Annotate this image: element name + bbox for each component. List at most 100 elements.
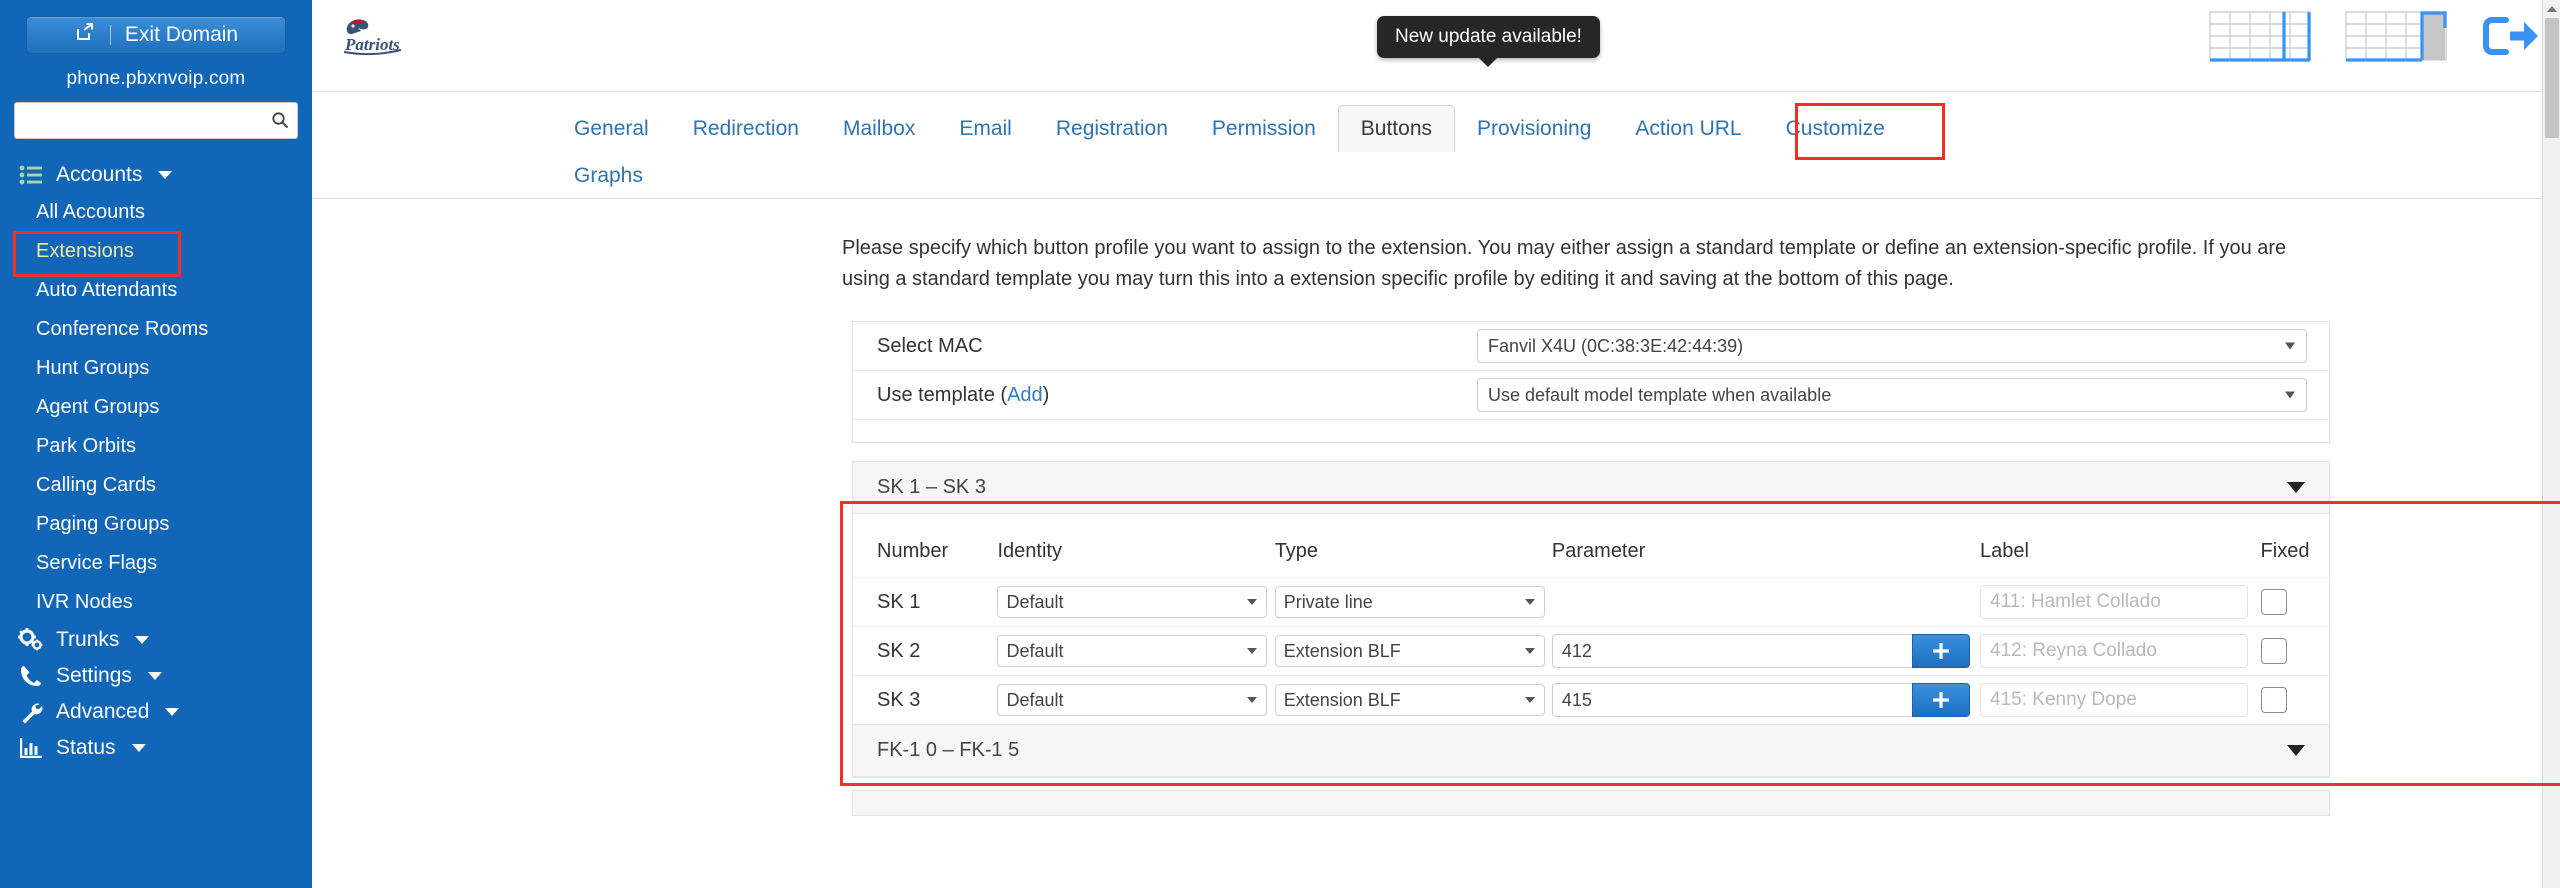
select-mac-value: Fanvil X4U (0C:38:3E:42:44:39) xyxy=(1488,335,1744,356)
exit-domain-button[interactable]: Exit Domain xyxy=(26,16,286,54)
sidebar-item-conference-rooms[interactable]: Conference Rooms xyxy=(0,310,312,349)
scroll-up-button[interactable] xyxy=(2543,0,2560,18)
parameter-input[interactable] xyxy=(1551,634,1912,669)
row-select-mac: Select MAC Fanvil X4U (0C:38:3E:42:44:39… xyxy=(853,322,2329,372)
sidebar-group-advanced[interactable]: Advanced xyxy=(0,694,312,730)
search-input[interactable] xyxy=(14,102,298,139)
identity-value: Default xyxy=(1006,591,1064,612)
sidebar-group-label-trunks: Trunks xyxy=(56,628,120,651)
row-label-cell xyxy=(1980,626,2261,676)
tab-customize[interactable]: Customize xyxy=(1764,106,1907,151)
type-dropdown[interactable]: Private line xyxy=(1274,586,1545,619)
label-input[interactable] xyxy=(1980,634,2249,669)
tab-action-url[interactable]: Action URL xyxy=(1613,106,1763,151)
chevron-down-icon xyxy=(2285,391,2295,399)
label-input[interactable] xyxy=(1980,585,2249,620)
row-parameter-cell xyxy=(1551,577,1981,627)
row-parameter-cell xyxy=(1551,626,1981,676)
domain-name: phone.pbxnvoip.com xyxy=(66,68,246,89)
label-input[interactable] xyxy=(1980,683,2249,718)
row-parameter-cell xyxy=(1551,675,1981,725)
scroll-thumb[interactable] xyxy=(2545,18,2559,138)
tab-mailbox[interactable]: Mailbox xyxy=(821,106,937,151)
col-label: Label xyxy=(1980,540,2029,563)
identity-dropdown[interactable]: Default xyxy=(997,586,1268,619)
sk-accordion-header[interactable]: SK 1 – SK 3 xyxy=(853,462,2329,515)
sk-accordion-title: SK 1 – SK 3 xyxy=(877,476,986,499)
sidebar-nav: Accounts All Accounts Extensions Auto At… xyxy=(0,157,312,766)
list-icon xyxy=(18,162,44,188)
sidebar-group-status[interactable]: Status xyxy=(0,730,312,766)
tab-graphs[interactable]: Graphs xyxy=(552,153,665,198)
logout-icon[interactable] xyxy=(2480,8,2542,69)
sidebar-item-auto-attendants[interactable]: Auto Attendants xyxy=(0,271,312,310)
chevron-down-icon[interactable] xyxy=(2287,745,2305,757)
col-parameter: Parameter xyxy=(1551,540,1646,563)
sidebar-item-paging-groups[interactable]: Paging Groups xyxy=(0,505,312,544)
select-mac-dropdown[interactable]: Fanvil X4U (0C:38:3E:42:44:39) xyxy=(1477,329,2307,364)
type-value: Extension BLF xyxy=(1283,689,1401,710)
row-label-cell xyxy=(1980,675,2261,725)
chevron-down-icon xyxy=(1524,599,1535,606)
chevron-down-icon xyxy=(135,636,150,644)
col-fixed: Fixed xyxy=(2260,540,2310,563)
sidebar-group-accounts[interactable]: Accounts xyxy=(0,157,312,193)
add-parameter-button[interactable] xyxy=(1911,683,1970,718)
identity-dropdown[interactable]: Default xyxy=(997,684,1268,717)
fk-accordion-header[interactable]: FK-1 0 – FK-1 5 xyxy=(853,725,2329,778)
type-dropdown[interactable]: Extension BLF xyxy=(1274,684,1545,717)
tab-email[interactable]: Email xyxy=(937,106,1034,151)
fixed-checkbox[interactable] xyxy=(2260,638,2287,665)
type-dropdown[interactable]: Extension BLF xyxy=(1274,635,1545,668)
table-body: SK 1 Default Private line 411: Hamlet Co… xyxy=(853,577,2329,725)
table-layout-icon[interactable] xyxy=(2208,8,2312,69)
row-label-cell xyxy=(1980,577,2261,627)
row-number: SK 2 xyxy=(853,626,998,676)
tabs-row: General Redirection Mailbox Email Regist… xyxy=(312,105,2560,198)
tab-general[interactable]: General xyxy=(552,106,671,151)
row-use-template: Use template (Add) Use default model tem… xyxy=(853,371,2329,421)
table-panel-icon[interactable] xyxy=(2344,8,2448,69)
col-number: Number xyxy=(877,540,949,563)
tab-buttons[interactable]: Buttons xyxy=(1337,105,1455,153)
parameter-input[interactable] xyxy=(1551,683,1912,718)
next-section-strip xyxy=(852,790,2330,817)
tab-registration[interactable]: Registration xyxy=(1034,106,1190,151)
parameter-group xyxy=(1551,634,1970,669)
identity-dropdown[interactable]: Default xyxy=(997,635,1268,668)
tab-redirection[interactable]: Redirection xyxy=(671,106,821,151)
sidebar-item-extensions[interactable]: Extensions xyxy=(0,232,312,271)
sidebar-item-service-flags[interactable]: Service Flags xyxy=(0,544,312,583)
sidebar-item-hunt-groups[interactable]: Hunt Groups xyxy=(0,349,312,388)
page-scrollbar[interactable] xyxy=(2542,0,2560,888)
fixed-checkbox[interactable] xyxy=(2260,589,2287,616)
chevron-down-icon xyxy=(1247,697,1258,704)
row-identity-cell: Default xyxy=(997,577,1275,627)
chevron-down-icon xyxy=(131,744,146,752)
col-type: Type xyxy=(1274,540,1319,563)
mac-template-panel: Select MAC Fanvil X4U (0C:38:3E:42:44:39… xyxy=(852,321,2330,444)
sidebar-item-calling-cards[interactable]: Calling Cards xyxy=(0,466,312,505)
tab-provisioning[interactable]: Provisioning xyxy=(1455,106,1613,151)
sidebar-item-agent-groups[interactable]: Agent Groups xyxy=(0,388,312,427)
row-fixed-cell xyxy=(2260,675,2329,725)
chevron-down-icon[interactable] xyxy=(2287,482,2305,494)
add-template-link[interactable]: Add xyxy=(1007,384,1043,406)
add-parameter-button[interactable] xyxy=(1911,634,1970,669)
exit-share-icon xyxy=(74,21,96,49)
table-row: SK 1 Default Private line xyxy=(853,577,2329,627)
row-type-cell: Private line xyxy=(1274,577,1552,627)
use-template-dropdown[interactable]: Use default model template when availabl… xyxy=(1477,378,2307,413)
fixed-checkbox[interactable] xyxy=(2260,687,2287,714)
patriots-logo: Patriots xyxy=(340,12,412,60)
sidebar-item-all-accounts[interactable]: All Accounts xyxy=(0,193,312,232)
sk-accordion: SK 1 – SK 3 Number Identity Type Paramet… xyxy=(852,461,2330,726)
sidebar-item-ivr-nodes[interactable]: IVR Nodes xyxy=(0,583,312,622)
sidebar-item-park-orbits[interactable]: Park Orbits xyxy=(0,427,312,466)
sidebar-group-settings[interactable]: Settings xyxy=(0,658,312,694)
tab-permission[interactable]: Permission xyxy=(1190,106,1338,151)
bar-chart-icon xyxy=(18,735,44,761)
sidebar-group-trunks[interactable]: Trunks xyxy=(0,622,312,658)
identity-value: Default xyxy=(1006,640,1064,661)
main-content: Patriots New update available! General R… xyxy=(312,0,2560,888)
